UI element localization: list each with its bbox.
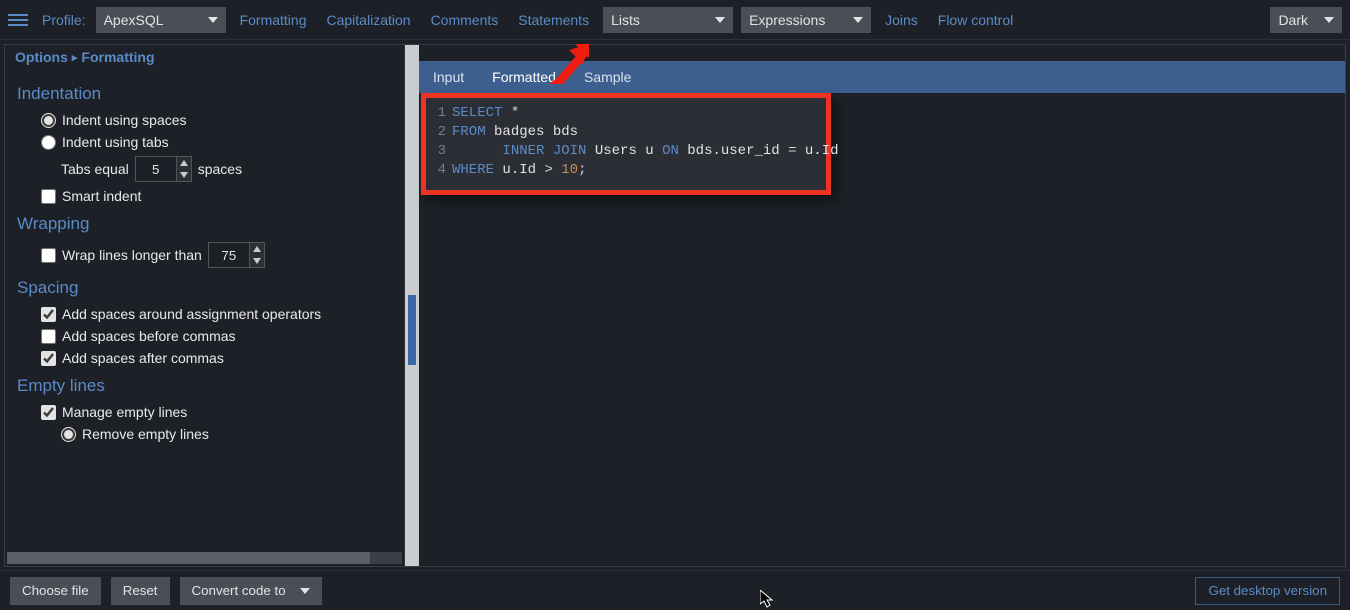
- opt-label: Indent using tabs: [62, 134, 169, 150]
- opt-space-after-commas[interactable]: Add spaces after commas: [41, 350, 392, 366]
- spinner-down-icon[interactable]: [177, 169, 191, 181]
- tab-sample[interactable]: Sample: [582, 65, 633, 89]
- nav-formatting[interactable]: Formatting: [234, 8, 313, 32]
- tab-input[interactable]: Input: [431, 65, 466, 89]
- breadcrumb-leaf: Formatting: [81, 49, 154, 65]
- reset-button[interactable]: Reset: [111, 577, 170, 605]
- chevron-down-icon: [1324, 17, 1334, 23]
- code-wrap: 1SELECT *2FROM badges bds3 INNER JOIN Us…: [419, 93, 1345, 566]
- checkbox-wrap[interactable]: [41, 248, 56, 263]
- opt-label: Indent using spaces: [62, 112, 187, 128]
- opt-label: Wrap lines longer than: [62, 247, 202, 263]
- theme-dropdown[interactable]: Dark: [1270, 7, 1342, 33]
- get-desktop-button[interactable]: Get desktop version: [1195, 577, 1340, 605]
- opt-space-before-commas[interactable]: Add spaces before commas: [41, 328, 392, 344]
- editor-area: Input Formatted Sample 1SELECT *2FROM ba…: [419, 45, 1345, 566]
- splitter-handle-icon[interactable]: [408, 295, 416, 365]
- chevron-down-icon: [715, 17, 725, 23]
- profile-dropdown[interactable]: ApexSQL: [96, 7, 226, 33]
- checkbox-smart-indent[interactable]: [41, 189, 56, 204]
- tabs-equal-spinner[interactable]: [135, 156, 192, 182]
- nav-flow-control[interactable]: Flow control: [932, 8, 1019, 32]
- spinner-down-icon[interactable]: [250, 255, 264, 267]
- opt-label: spaces: [198, 161, 242, 177]
- nav-comments[interactable]: Comments: [425, 8, 505, 32]
- code-line: 1SELECT *: [432, 104, 818, 123]
- opt-label: Add spaces before commas: [62, 328, 236, 344]
- section-indentation: Indentation: [17, 84, 392, 104]
- opt-wrap-lines[interactable]: Wrap lines longer than: [41, 242, 392, 268]
- opt-label: Add spaces after commas: [62, 350, 224, 366]
- chevron-down-icon: [208, 17, 218, 23]
- opt-tabs-equal: Tabs equal spaces: [61, 156, 392, 182]
- code-highlight-box: 1SELECT *2FROM badges bds3 INNER JOIN Us…: [421, 93, 831, 195]
- editor-tabbar: Input Formatted Sample: [419, 61, 1345, 93]
- bottombar: Choose file Reset Convert code to Get de…: [0, 570, 1350, 610]
- options-panel: Options ▸ Formatting Indentation Indent …: [5, 45, 405, 566]
- checkbox-space-before-commas[interactable]: [41, 329, 56, 344]
- main-region: Options ▸ Formatting Indentation Indent …: [4, 44, 1346, 567]
- opt-space-assign[interactable]: Add spaces around assignment operators: [41, 306, 392, 322]
- opt-label: Tabs equal: [61, 161, 129, 177]
- breadcrumb: Options ▸ Formatting: [5, 45, 404, 70]
- chevron-down-icon: [853, 17, 863, 23]
- chevron-down-icon: [300, 588, 310, 594]
- wrap-input[interactable]: [209, 243, 249, 267]
- wrap-spinner[interactable]: [208, 242, 265, 268]
- expressions-dropdown[interactable]: Expressions: [741, 7, 871, 33]
- opt-indent-spaces[interactable]: Indent using spaces: [41, 112, 392, 128]
- opt-remove-empty[interactable]: Remove empty lines: [61, 426, 392, 442]
- code-line: 4WHERE u.Id > 10;: [432, 161, 818, 180]
- opt-smart-indent[interactable]: Smart indent: [41, 188, 392, 204]
- checkbox-manage-empty[interactable]: [41, 405, 56, 420]
- options-scroll[interactable]: Indentation Indent using spaces Indent u…: [5, 70, 404, 552]
- opt-indent-tabs[interactable]: Indent using tabs: [41, 134, 392, 150]
- profile-value: ApexSQL: [104, 12, 164, 28]
- topbar: Profile: ApexSQL Formatting Capitalizati…: [0, 0, 1350, 40]
- code-line: 2FROM badges bds: [432, 123, 818, 142]
- section-empty-lines: Empty lines: [17, 376, 392, 396]
- checkbox-space-after-commas[interactable]: [41, 351, 56, 366]
- spinner-up-icon[interactable]: [250, 243, 264, 255]
- profile-label: Profile:: [42, 12, 86, 28]
- convert-label: Convert code to: [192, 583, 286, 598]
- radio-indent-spaces[interactable]: [41, 113, 56, 128]
- code-line: 3 INNER JOIN Users u ON bds.user_id = u.…: [432, 142, 818, 161]
- tabs-equal-input[interactable]: [136, 157, 176, 181]
- opt-label: Remove empty lines: [82, 426, 209, 442]
- opt-manage-empty[interactable]: Manage empty lines: [41, 404, 392, 420]
- expressions-label: Expressions: [749, 12, 825, 28]
- nav-statements[interactable]: Statements: [512, 8, 595, 32]
- convert-dropdown[interactable]: Convert code to: [180, 577, 322, 605]
- tab-formatted[interactable]: Formatted: [490, 65, 558, 89]
- opt-label: Smart indent: [62, 188, 141, 204]
- menu-icon[interactable]: [8, 10, 28, 30]
- opt-label: Manage empty lines: [62, 404, 187, 420]
- nav-capitalization[interactable]: Capitalization: [321, 8, 417, 32]
- section-spacing: Spacing: [17, 278, 392, 298]
- breadcrumb-root[interactable]: Options: [15, 49, 68, 65]
- lists-dropdown[interactable]: Lists: [603, 7, 733, 33]
- choose-file-button[interactable]: Choose file: [10, 577, 101, 605]
- radio-indent-tabs[interactable]: [41, 135, 56, 150]
- theme-value: Dark: [1278, 12, 1308, 28]
- spinner-up-icon[interactable]: [177, 157, 191, 169]
- section-wrapping: Wrapping: [17, 214, 392, 234]
- horizontal-scrollbar[interactable]: [7, 552, 402, 564]
- checkbox-space-assign[interactable]: [41, 307, 56, 322]
- lists-label: Lists: [611, 12, 640, 28]
- chevron-right-icon: ▸: [72, 51, 78, 64]
- radio-remove-empty[interactable]: [61, 427, 76, 442]
- opt-label: Add spaces around assignment operators: [62, 306, 321, 322]
- nav-joins[interactable]: Joins: [879, 8, 924, 32]
- splitter[interactable]: [405, 45, 419, 566]
